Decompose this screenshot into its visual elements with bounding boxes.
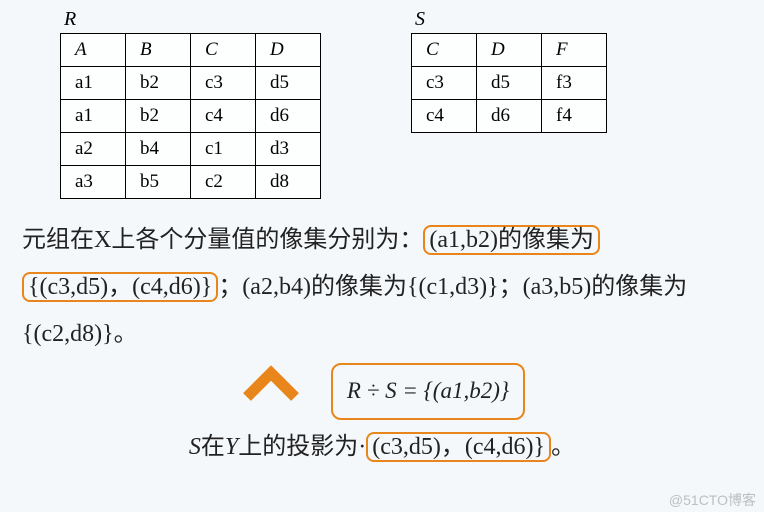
col-header: F bbox=[542, 34, 607, 67]
col-header: B bbox=[126, 34, 191, 67]
result-box: R ÷ S = {(a1,b2)} bbox=[331, 363, 525, 420]
result-row: R ÷ S = {(a1,b2)} bbox=[22, 363, 742, 420]
table-row: c4d6f4 bbox=[412, 100, 607, 133]
col-header: D bbox=[256, 34, 321, 67]
table-S-block: S C D F c3d5f3 c4d6f4 bbox=[411, 8, 607, 133]
col-header: D bbox=[477, 34, 542, 67]
col-header: A bbox=[61, 34, 126, 67]
table-row: A B C D bbox=[61, 34, 321, 67]
text-run: 上的投影为· bbox=[238, 434, 366, 460]
highlight-box-1: (a1,b2)的像集为 bbox=[423, 225, 600, 255]
table-row: C D F bbox=[412, 34, 607, 67]
table-row: a3b5c2d8 bbox=[61, 166, 321, 199]
highlight-box-2: {(c3,d5)，(c4,d6)} bbox=[22, 272, 218, 302]
paragraph-1: 元组在X上各个分量值的像集分别为：(a1,b2)的像集为 {(c3,d5)，(c… bbox=[22, 217, 742, 357]
table-R-label: R bbox=[64, 8, 321, 31]
tables-row: R A B C D a1b2c3d5 a1b2c4d6 a2b4c1d3 a3b… bbox=[0, 0, 764, 199]
table-S: C D F c3d5f3 c4d6f4 bbox=[411, 33, 607, 133]
highlight-box-3: (c3,d5)，(c4,d6)} bbox=[366, 432, 551, 462]
chevron-up-icon bbox=[239, 363, 303, 420]
table-row: c3d5f3 bbox=[412, 67, 607, 100]
paragraph-3: S在Y上的投影为·(c3,d5)，(c4,d6)}。 bbox=[22, 424, 742, 471]
text-run: 在 bbox=[201, 434, 225, 460]
text-run: 。 bbox=[551, 434, 575, 460]
table-row: a1b2c4d6 bbox=[61, 100, 321, 133]
col-header: C bbox=[412, 34, 477, 67]
watermark: @51CTO博客 bbox=[669, 490, 756, 510]
col-header: C bbox=[191, 34, 256, 67]
text-run: 元组在X上各个分量值的像集分别为： bbox=[22, 227, 423, 253]
table-S-label: S bbox=[415, 8, 607, 31]
text-run: S bbox=[189, 434, 201, 460]
explanation-text: 元组在X上各个分量值的像集分别为：(a1,b2)的像集为 {(c3,d5)，(c… bbox=[0, 199, 764, 471]
table-R: A B C D a1b2c3d5 a1b2c4d6 a2b4c1d3 a3b5c… bbox=[60, 33, 321, 199]
table-row: a1b2c3d5 bbox=[61, 67, 321, 100]
table-row: a2b4c1d3 bbox=[61, 133, 321, 166]
text-run: Y bbox=[225, 434, 238, 460]
table-R-block: R A B C D a1b2c3d5 a1b2c4d6 a2b4c1d3 a3b… bbox=[60, 8, 321, 199]
